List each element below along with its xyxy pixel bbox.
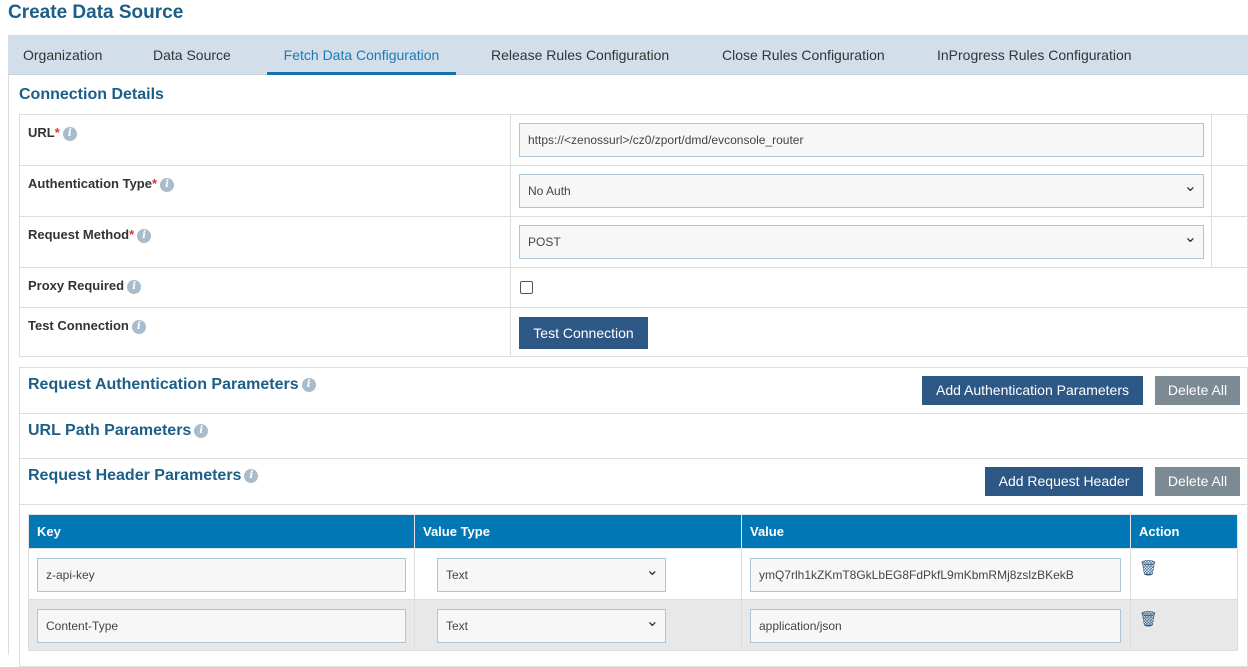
request-method-value: POST bbox=[528, 235, 561, 249]
info-icon[interactable]: i bbox=[160, 177, 175, 192]
url-row: URL* i https://<zenossurl>/cz0/zport/dmd/… bbox=[20, 115, 1247, 166]
test-connection-row: Test Connection i Test Connection bbox=[20, 308, 1247, 357]
info-icon[interactable]: i bbox=[127, 279, 142, 294]
proxy-label: Proxy Required bbox=[28, 278, 125, 293]
request-method-label: Request Method bbox=[28, 227, 130, 242]
column-key: Key bbox=[28, 514, 415, 549]
url-label: URL bbox=[28, 125, 55, 140]
auth-type-select[interactable]: No Auth bbox=[519, 171, 1204, 208]
value-input[interactable]: application/json bbox=[750, 609, 1121, 643]
header-params-row: Request Header Parameters i Add Request H… bbox=[20, 459, 1247, 505]
info-icon[interactable]: i bbox=[301, 377, 316, 392]
value-input[interactable]: ymQ7rlh1kZKmT8GkLbEG8FdPkfL9mKbmRMj8zslz… bbox=[750, 558, 1121, 592]
url-path-params-row: URL Path Parameters i bbox=[20, 414, 1247, 459]
request-header-table: Key Value Type Value Action z-api-key Te… bbox=[28, 514, 1238, 651]
tab-inprogress-rules[interactable]: InProgress Rules Configuration bbox=[922, 35, 1147, 75]
table-header: Key Value Type Value Action bbox=[28, 514, 1238, 549]
value-type-select[interactable]: Text bbox=[437, 606, 666, 643]
connection-details-heading: Connection Details bbox=[19, 86, 164, 103]
required-mark: * bbox=[151, 176, 158, 191]
add-request-header-button[interactable]: Add Request Header bbox=[985, 467, 1143, 496]
trash-icon[interactable]: 🗑 bbox=[1139, 559, 1158, 577]
info-icon[interactable]: i bbox=[194, 423, 209, 438]
auth-type-value: No Auth bbox=[528, 184, 571, 198]
header-params-heading: Request Header Parameters bbox=[28, 467, 242, 484]
required-mark: * bbox=[129, 227, 135, 242]
key-input[interactable]: z-api-key bbox=[37, 558, 406, 592]
url-input[interactable]: https://<zenossurl>/cz0/zport/dmd/evcons… bbox=[519, 123, 1204, 157]
key-input[interactable]: Content-Type bbox=[37, 609, 406, 643]
info-icon[interactable]: i bbox=[131, 319, 146, 334]
request-method-row: Request Method* i POST bbox=[20, 217, 1247, 268]
page-title: Create Data Source bbox=[8, 2, 184, 23]
value-type-value: Text bbox=[446, 619, 469, 633]
delete-all-auth-button[interactable]: Delete All bbox=[1155, 376, 1240, 405]
proxy-checkbox[interactable] bbox=[520, 281, 533, 294]
auth-type-row: Authentication Type* i No Auth bbox=[20, 166, 1247, 217]
table-row: z-api-key Text ymQ7rlh1kZKmT8GkLbEG8FdPk… bbox=[28, 548, 1238, 600]
tab-close-rules[interactable]: Close Rules Configuration bbox=[707, 35, 900, 75]
connection-form: URL* i https://<zenossurl>/cz0/zport/dmd/… bbox=[19, 114, 1248, 357]
info-icon[interactable]: i bbox=[62, 126, 77, 141]
tab-fetch-data-configuration[interactable]: Fetch Data Configuration bbox=[267, 35, 456, 75]
tab-release-rules[interactable]: Release Rules Configuration bbox=[476, 35, 684, 75]
required-mark: * bbox=[54, 125, 60, 140]
tab-bar: Organization Data Source Fetch Data Conf… bbox=[8, 35, 1248, 75]
value-type-select[interactable]: Text bbox=[437, 555, 666, 592]
column-value-type: Value Type bbox=[414, 514, 742, 549]
info-icon[interactable]: i bbox=[137, 228, 152, 243]
test-connection-button[interactable]: Test Connection bbox=[519, 317, 648, 349]
proxy-row: Proxy Required i bbox=[20, 268, 1247, 308]
auth-params-heading: Request Authentication Parameters bbox=[28, 376, 299, 393]
request-method-select[interactable]: POST bbox=[519, 222, 1204, 259]
tab-data-source[interactable]: Data Source bbox=[138, 35, 246, 75]
url-path-params-heading: URL Path Parameters bbox=[28, 422, 192, 439]
auth-type-label: Authentication Type bbox=[28, 176, 152, 191]
auth-params-row: Request Authentication Parameters i Add A… bbox=[20, 368, 1247, 414]
table-row: Content-Type Text application/json 🗑 bbox=[28, 599, 1238, 651]
column-value: Value bbox=[741, 514, 1131, 549]
divider bbox=[8, 75, 9, 655]
tab-organization[interactable]: Organization bbox=[8, 35, 117, 75]
info-icon[interactable]: i bbox=[244, 468, 259, 483]
test-connection-label: Test Connection bbox=[28, 318, 129, 333]
column-action: Action bbox=[1130, 514, 1238, 549]
trash-icon[interactable]: 🗑 bbox=[1139, 610, 1158, 628]
delete-all-headers-button[interactable]: Delete All bbox=[1155, 467, 1240, 496]
value-type-value: Text bbox=[446, 568, 469, 582]
add-auth-params-button[interactable]: Add Authentication Parameters bbox=[922, 376, 1143, 405]
